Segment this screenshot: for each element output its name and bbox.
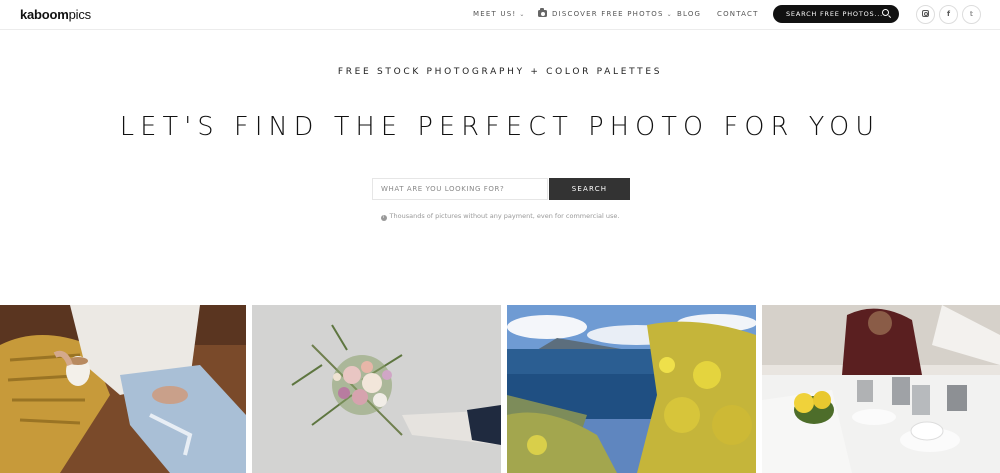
hero-note-text: Thousands of pictures without any paymen… [389, 212, 620, 220]
photo-tile-cafe-table[interactable] [762, 305, 1000, 473]
photo-tile-sea-coast[interactable] [507, 305, 756, 473]
twitter-icon: 𝕥 [969, 10, 974, 18]
hero-note: i Thousands of pictures without any payme… [0, 212, 1000, 221]
facebook-link[interactable]: f [939, 5, 958, 24]
hero-search-input[interactable]: WHAT ARE YOU LOOKING FOR? [372, 178, 548, 200]
hero-eyebrow: FREE STOCK PHOTOGRAPHY + COLOR PALETTES [337, 67, 663, 77]
instagram-link[interactable] [916, 5, 935, 24]
photo-tile-flower-bouquet[interactable] [252, 305, 501, 473]
photo-cafe-table-image [762, 305, 1000, 473]
logo-bold: kaboom [20, 7, 69, 22]
photo-sea-coast-image [507, 305, 756, 473]
nav-discover-label: DISCOVER FREE PHOTOS [552, 10, 664, 18]
chevron-down-icon: ⌄ [519, 11, 526, 18]
nav-blog[interactable]: BLOG [677, 10, 701, 18]
photo-tile-coffee-blanket[interactable] [0, 305, 246, 473]
chevron-down-icon: ⌄ [666, 11, 673, 18]
search-icon [882, 9, 889, 16]
header-search-label: SEARCH FREE PHOTOS... [786, 10, 884, 18]
photo-flower-bouquet-image [252, 305, 501, 473]
nav-discover[interactable]: DISCOVER FREE PHOTOS ⌄ [538, 8, 673, 18]
hero-headline: LET'S FIND THE PERFECT PHOTO FOR YOU [119, 112, 881, 142]
hero-search-button[interactable]: SEARCH [549, 178, 630, 200]
facebook-icon: f [946, 10, 951, 18]
site-logo[interactable]: kaboompics [20, 7, 91, 22]
info-icon: i [380, 215, 387, 221]
header-search-button[interactable]: SEARCH FREE PHOTOS... [773, 5, 899, 23]
camera-icon [538, 8, 547, 17]
nav-contact[interactable]: CONTACT [717, 10, 759, 18]
nav-meet-us-label: MEET US! [473, 10, 517, 18]
top-navigation-bar: kaboompics MEET US! ⌄ DISCOVER FREE PHOTO… [0, 0, 1000, 30]
logo-light: pics [68, 7, 92, 22]
nav-meet-us[interactable]: MEET US! ⌄ [473, 10, 526, 18]
instagram-icon [922, 10, 929, 17]
twitter-link[interactable]: 𝕥 [962, 5, 981, 24]
photo-coffee-blanket-image [0, 305, 246, 473]
